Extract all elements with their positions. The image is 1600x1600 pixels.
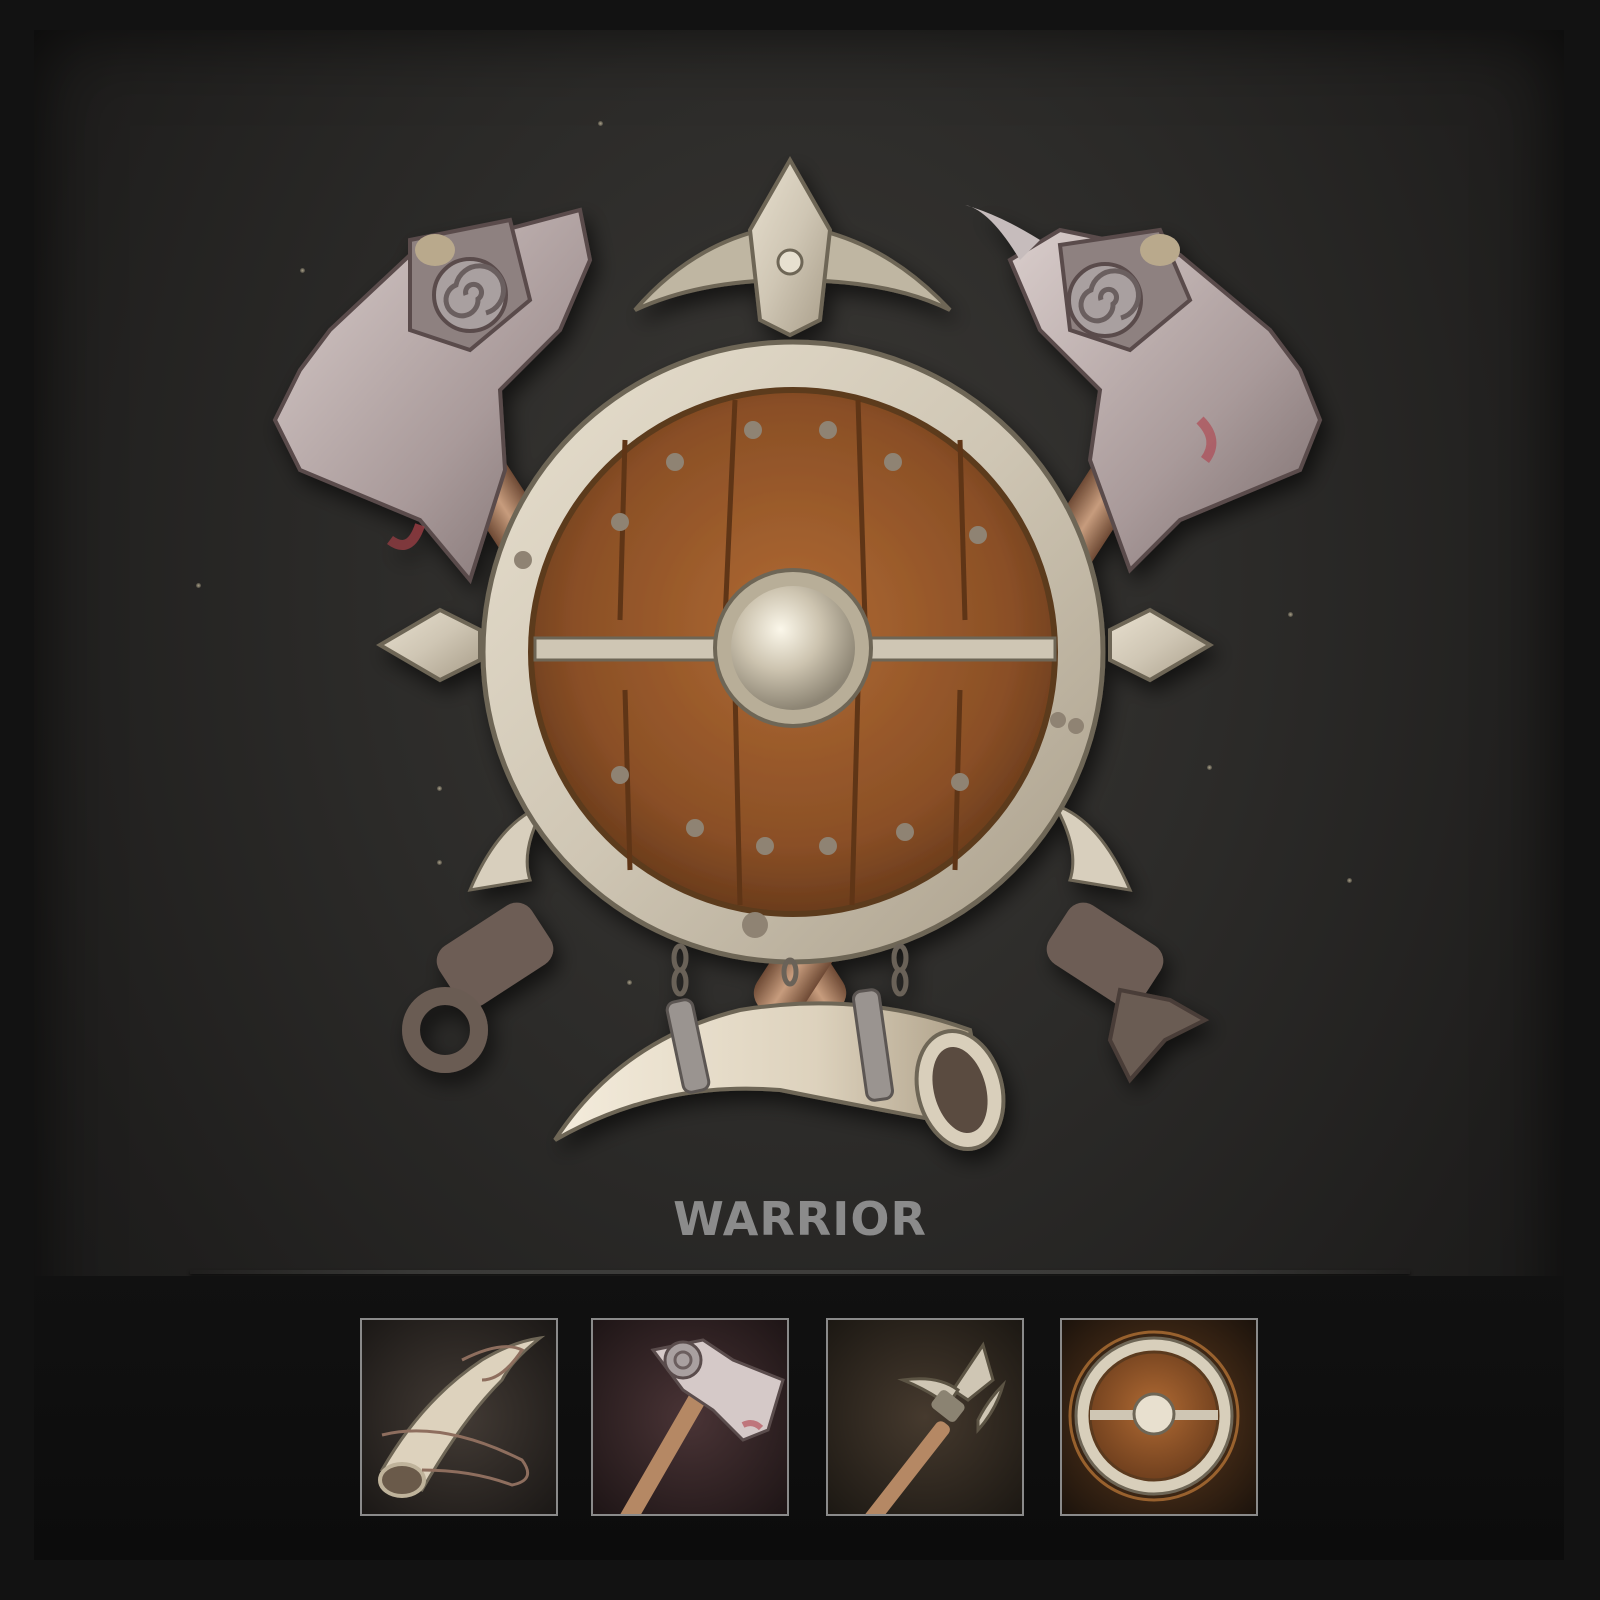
warrior-emblem (272, 155, 1323, 1151)
spear-icon (828, 1320, 1022, 1514)
left-spike (376, 607, 482, 683)
inventory-slot-axe[interactable] (591, 1318, 789, 1516)
divider (190, 1270, 1410, 1274)
right-spike (1108, 607, 1214, 683)
inventory-slot-shield[interactable] (1060, 1318, 1258, 1516)
war-horn (553, 988, 1006, 1151)
top-spike (747, 155, 833, 338)
horn-icon (362, 1320, 556, 1514)
axe-icon (593, 1320, 787, 1514)
class-title: WARRIOR (673, 1192, 927, 1246)
inventory-slot-horn[interactable] (360, 1318, 558, 1516)
inventory-bar (34, 1276, 1564, 1560)
central-shield (480, 339, 1106, 965)
shield-icon (1062, 1320, 1256, 1514)
inventory-slot-spear[interactable] (826, 1318, 1024, 1516)
